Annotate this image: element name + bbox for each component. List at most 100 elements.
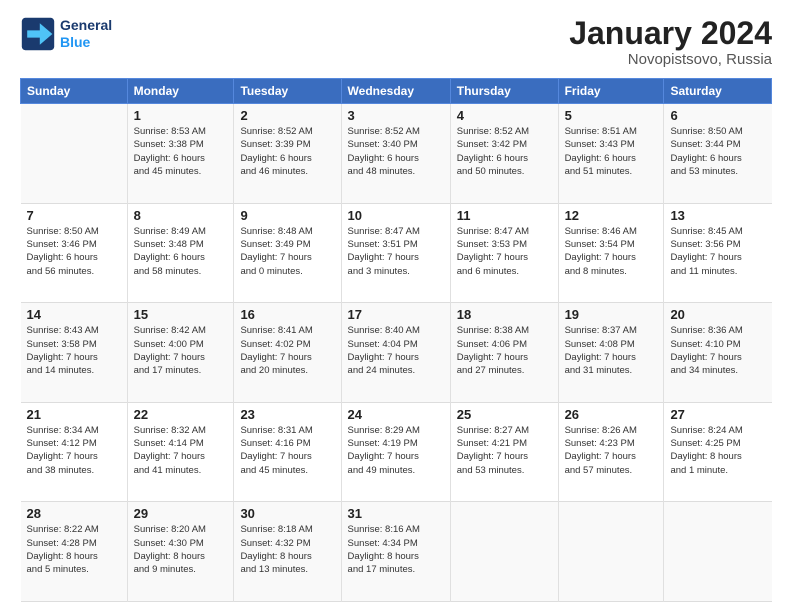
col-header-tuesday: Tuesday [234,79,341,104]
day-info: Sunrise: 8:53 AM Sunset: 3:38 PM Dayligh… [134,125,228,178]
day-number: 5 [565,108,658,123]
day-number: 20 [670,307,765,322]
day-info: Sunrise: 8:47 AM Sunset: 3:51 PM Dayligh… [348,225,444,278]
day-cell: 13 Sunrise: 8:45 AM Sunset: 3:56 PM Dayli… [664,203,772,303]
day-number: 18 [457,307,552,322]
day-info: Sunrise: 8:32 AM Sunset: 4:14 PM Dayligh… [134,424,228,477]
day-cell: 8 Sunrise: 8:49 AM Sunset: 3:48 PM Daylig… [127,203,234,303]
calendar-table: SundayMondayTuesdayWednesdayThursdayFrid… [20,78,772,602]
day-cell: 28Sunrise: 8:22 AM Sunset: 4:28 PM Dayli… [21,502,128,602]
col-header-thursday: Thursday [450,79,558,104]
day-number: 3 [348,108,444,123]
day-info: Sunrise: 8:24 AM Sunset: 4:25 PM Dayligh… [670,424,765,477]
day-number: 25 [457,407,552,422]
day-info: Sunrise: 8:38 AM Sunset: 4:06 PM Dayligh… [457,324,552,377]
day-cell: 29 Sunrise: 8:20 AM Sunset: 4:30 PM Dayli… [127,502,234,602]
day-number: 24 [348,407,444,422]
col-header-wednesday: Wednesday [341,79,450,104]
day-cell: 3 Sunrise: 8:52 AM Sunset: 3:40 PM Daylig… [341,104,450,204]
day-cell: 6 Sunrise: 8:50 AM Sunset: 3:44 PM Daylig… [664,104,772,204]
day-info: Sunrise: 8:52 AM Sunset: 3:40 PM Dayligh… [348,125,444,178]
day-info: Sunrise: 8:50 AM Sunset: 3:46 PM Dayligh… [27,225,121,278]
day-cell: 2 Sunrise: 8:52 AM Sunset: 3:39 PM Daylig… [234,104,341,204]
day-info: Sunrise: 8:51 AM Sunset: 3:43 PM Dayligh… [565,125,658,178]
day-cell: 25Sunrise: 8:27 AM Sunset: 4:21 PM Dayli… [450,402,558,502]
day-number: 10 [348,208,444,223]
day-number: 16 [240,307,334,322]
day-info: Sunrise: 8:45 AM Sunset: 3:56 PM Dayligh… [670,225,765,278]
col-header-sunday: Sunday [21,79,128,104]
day-number: 9 [240,208,334,223]
day-cell: 20Sunrise: 8:36 AM Sunset: 4:10 PM Dayli… [664,303,772,403]
day-number: 14 [27,307,121,322]
day-info: Sunrise: 8:34 AM Sunset: 4:12 PM Dayligh… [27,424,121,477]
day-number: 29 [134,506,228,521]
day-info: Sunrise: 8:37 AM Sunset: 4:08 PM Dayligh… [565,324,658,377]
day-number: 6 [670,108,765,123]
day-cell: 31Sunrise: 8:16 AM Sunset: 4:34 PM Dayli… [341,502,450,602]
day-number: 23 [240,407,334,422]
day-cell: 19 Sunrise: 8:37 AM Sunset: 4:08 PM Dayli… [558,303,664,403]
day-number: 7 [27,208,121,223]
day-number: 26 [565,407,658,422]
day-number: 27 [670,407,765,422]
day-number: 28 [27,506,121,521]
day-number: 13 [670,208,765,223]
day-cell: 1 Sunrise: 8:53 AM Sunset: 3:38 PM Daylig… [127,104,234,204]
day-info: Sunrise: 8:49 AM Sunset: 3:48 PM Dayligh… [134,225,228,278]
day-cell: 16 Sunrise: 8:41 AM Sunset: 4:02 PM Dayli… [234,303,341,403]
day-info: Sunrise: 8:20 AM Sunset: 4:30 PM Dayligh… [134,523,228,576]
week-row-3: 14Sunrise: 8:43 AM Sunset: 3:58 PM Dayli… [21,303,772,403]
day-cell: 18 Sunrise: 8:38 AM Sunset: 4:06 PM Dayli… [450,303,558,403]
logo-text: General Blue [60,17,112,51]
day-number: 1 [134,108,228,123]
week-row-4: 21 Sunrise: 8:34 AM Sunset: 4:12 PM Dayli… [21,402,772,502]
day-info: Sunrise: 8:26 AM Sunset: 4:23 PM Dayligh… [565,424,658,477]
day-cell: 4Sunrise: 8:52 AM Sunset: 3:42 PM Daylig… [450,104,558,204]
day-info: Sunrise: 8:18 AM Sunset: 4:32 PM Dayligh… [240,523,334,576]
day-number: 2 [240,108,334,123]
day-cell [21,104,128,204]
day-number: 21 [27,407,121,422]
header-row: SundayMondayTuesdayWednesdayThursdayFrid… [21,79,772,104]
day-cell: 9 Sunrise: 8:48 AM Sunset: 3:49 PM Daylig… [234,203,341,303]
day-info: Sunrise: 8:48 AM Sunset: 3:49 PM Dayligh… [240,225,334,278]
day-number: 11 [457,208,552,223]
week-row-2: 7 Sunrise: 8:50 AM Sunset: 3:46 PM Daylig… [21,203,772,303]
page: General Blue January 2024 Novopistsovo, … [0,0,792,612]
day-cell: 22 Sunrise: 8:32 AM Sunset: 4:14 PM Dayli… [127,402,234,502]
day-info: Sunrise: 8:50 AM Sunset: 3:44 PM Dayligh… [670,125,765,178]
col-header-friday: Friday [558,79,664,104]
day-cell: 23 Sunrise: 8:31 AM Sunset: 4:16 PM Dayli… [234,402,341,502]
day-cell: 17Sunrise: 8:40 AM Sunset: 4:04 PM Dayli… [341,303,450,403]
day-cell: 21 Sunrise: 8:34 AM Sunset: 4:12 PM Dayli… [21,402,128,502]
logo-icon [20,16,56,52]
title-block: January 2024 Novopistsovo, Russia [569,16,772,68]
day-cell [664,502,772,602]
week-row-1: 1 Sunrise: 8:53 AM Sunset: 3:38 PM Daylig… [21,104,772,204]
col-header-monday: Monday [127,79,234,104]
day-cell: 7 Sunrise: 8:50 AM Sunset: 3:46 PM Daylig… [21,203,128,303]
day-info: Sunrise: 8:41 AM Sunset: 4:02 PM Dayligh… [240,324,334,377]
day-number: 31 [348,506,444,521]
week-row-5: 28Sunrise: 8:22 AM Sunset: 4:28 PM Dayli… [21,502,772,602]
day-cell: 27 Sunrise: 8:24 AM Sunset: 4:25 PM Dayli… [664,402,772,502]
day-cell: 30Sunrise: 8:18 AM Sunset: 4:32 PM Dayli… [234,502,341,602]
day-number: 15 [134,307,228,322]
day-info: Sunrise: 8:31 AM Sunset: 4:16 PM Dayligh… [240,424,334,477]
col-header-saturday: Saturday [664,79,772,104]
day-info: Sunrise: 8:42 AM Sunset: 4:00 PM Dayligh… [134,324,228,377]
day-info: Sunrise: 8:47 AM Sunset: 3:53 PM Dayligh… [457,225,552,278]
day-number: 22 [134,407,228,422]
day-number: 19 [565,307,658,322]
logo: General Blue [20,16,112,52]
header: General Blue January 2024 Novopistsovo, … [20,16,772,68]
day-info: Sunrise: 8:46 AM Sunset: 3:54 PM Dayligh… [565,225,658,278]
day-number: 4 [457,108,552,123]
day-cell: 26 Sunrise: 8:26 AM Sunset: 4:23 PM Dayli… [558,402,664,502]
day-cell: 24Sunrise: 8:29 AM Sunset: 4:19 PM Dayli… [341,402,450,502]
day-cell [558,502,664,602]
day-info: Sunrise: 8:52 AM Sunset: 3:39 PM Dayligh… [240,125,334,178]
day-number: 8 [134,208,228,223]
month-title: January 2024 [569,16,772,51]
